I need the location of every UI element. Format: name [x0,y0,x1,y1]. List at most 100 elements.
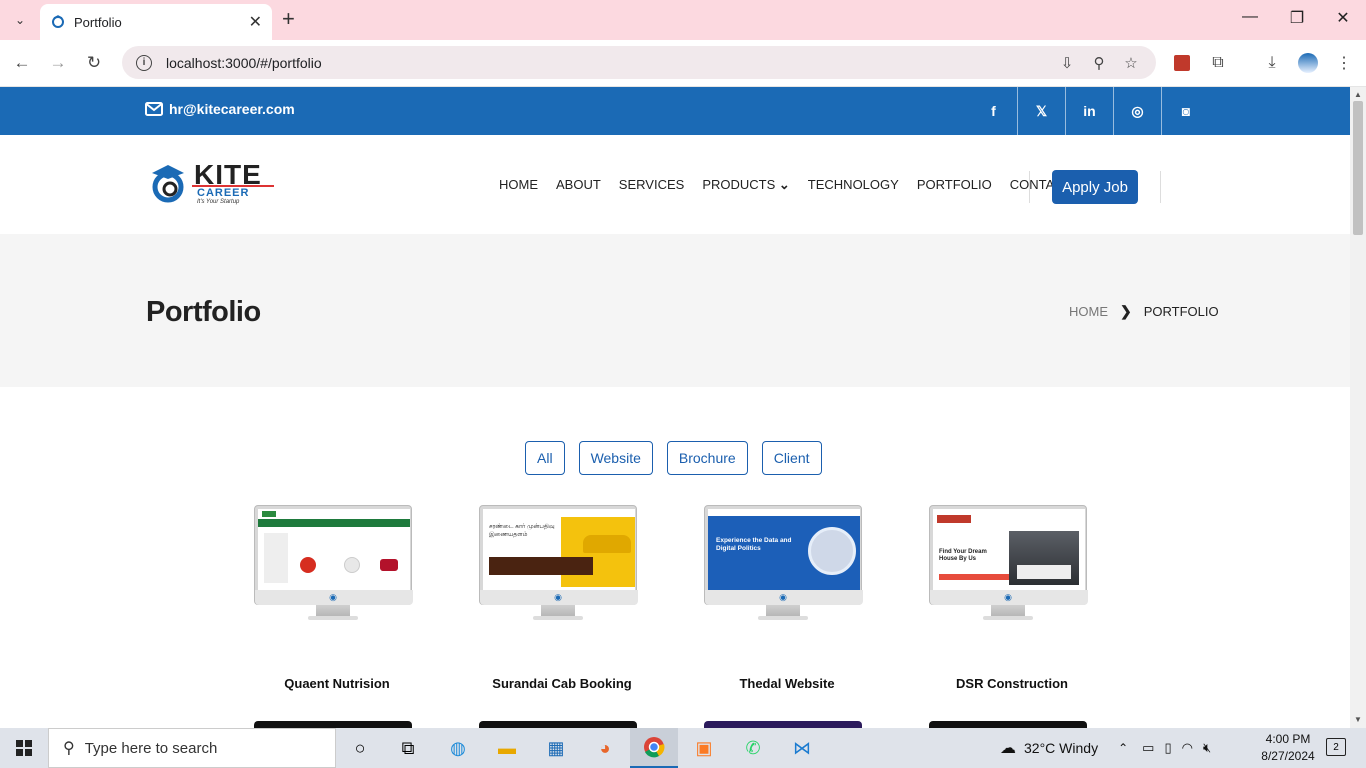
nav-portfolio[interactable]: PORTFOLIO [917,177,992,193]
chrome-icon[interactable] [630,728,678,768]
favicon-icon [50,14,66,30]
volume-muted-icon[interactable]: 🔇︎ [1203,740,1211,756]
filter-all-button[interactable]: All [525,441,565,475]
portfolio-card[interactable]: Find Your Dream House By Us ◉ [929,505,1089,627]
page-scrollbar[interactable]: ▲ ▼ [1350,87,1366,728]
portfolio-card-partial[interactable] [704,721,862,728]
monitor-mockup: Find Your Dream House By Us ◉ [929,505,1088,605]
bookmark-star-icon[interactable]: ☆ [1122,54,1140,72]
minimize-icon[interactable]: — [1238,8,1262,26]
portfolio-card-partial[interactable] [479,721,637,728]
firefox-icon[interactable]: ◕ [581,728,629,768]
apply-job-button[interactable]: Apply Job [1052,170,1138,204]
chevron-down-icon: ⌄ [778,177,790,192]
cortana-icon[interactable]: ○ [336,728,384,768]
windows-start-icon[interactable] [0,728,48,768]
portfolio-card[interactable]: ◉ [254,505,414,627]
project-title: Quaent Nutrision [284,676,390,691]
notification-center-icon[interactable]: 2 [1326,738,1346,756]
x-twitter-icon[interactable]: 𝕏 [1018,87,1066,135]
contact-topbar: hr@kitecareer.com f 𝕏 in ◎ ◙ [0,87,1350,135]
scrollbar-thumb[interactable] [1353,101,1363,235]
extensions-puzzle-icon[interactable]: ⧉ [1207,52,1229,74]
breadcrumb-current: PORTFOLIO [1143,304,1219,319]
reload-icon[interactable]: ↻ [83,52,105,74]
project-title: Surandai Cab Booking [492,676,632,691]
filter-brochure-button[interactable]: Brochure [666,441,748,475]
instagram-icon[interactable]: ◎ [1114,87,1162,135]
taskbar-search-box[interactable]: ⚲ Type here to search [48,728,336,768]
install-app-icon[interactable]: ⇩ [1058,54,1076,72]
portfolio-filters: All Website Brochure Client [525,441,836,475]
tab-close-icon[interactable]: ✕ [249,12,262,32]
extension-red-icon[interactable] [1171,52,1193,74]
nav-about[interactable]: ABOUT [556,177,601,193]
meet-now-icon[interactable]: ▭ [1142,740,1154,756]
monitor-mockup: Experience the Data and Digital Politics… [704,505,863,605]
windows-taskbar: ⚲ Type here to search ○ ⧉ ◍ ▬ ▦ ◕ ▣ ✆ ⋈ … [0,728,1366,768]
whatsapp-icon[interactable]: ✆ [729,728,777,768]
project-screenshot: Experience the Data and Digital Politics [708,509,860,590]
weather-text[interactable]: 32°C Windy [1024,740,1098,756]
wifi-icon[interactable]: ◠ [1182,740,1193,756]
mail-icon [145,102,163,116]
main-nav: HOME ABOUT SERVICES PRODUCTS ⌄ TECHNOLOG… [490,177,1081,193]
taskbar-search-placeholder: Type here to search [84,739,218,757]
profile-avatar-icon[interactable] [1297,52,1319,74]
weather-icon[interactable]: ☁ [1000,738,1016,758]
nav-technology[interactable]: TECHNOLOGY [808,177,899,193]
clock[interactable]: 4:00 PM 8/27/2024 [1258,731,1318,765]
task-view-icon[interactable]: ⧉ [384,728,432,768]
file-explorer-icon[interactable]: ▬ [483,728,531,768]
zoom-icon[interactable]: ⚲ [1090,54,1108,72]
threads-icon[interactable]: ◙ [1162,87,1210,135]
scroll-down-icon[interactable]: ▼ [1354,715,1362,724]
nav-divider [1029,171,1030,203]
portfolio-card-partial[interactable] [929,721,1087,728]
project-screen-text: சரண்டை கார் முன்பதிவு இணையதளம் [489,524,555,538]
close-window-icon[interactable]: ✕ [1331,8,1355,28]
chevron-right-icon: ❯ [1120,303,1132,319]
linkedin-icon[interactable]: in [1066,87,1114,135]
kite-career-logo[interactable]: KITE CAREER It's Your Startup [148,159,278,207]
site-info-icon[interactable]: i [136,54,152,71]
page-viewport: hr@kitecareer.com f 𝕏 in ◎ ◙ KITE CAREER… [0,87,1350,728]
vscode-icon[interactable]: ⋈ [778,728,826,768]
system-tray: ☁ 32°C Windy ⌃ ▭ ▯ ◠ 🔇︎ [1000,728,1211,768]
address-bar[interactable]: i localhost:3000/#/portfolio ⇩ ⚲ ☆ [122,46,1156,79]
new-tab-button[interactable]: + [282,8,295,30]
email-link[interactable]: hr@kitecareer.com [145,101,295,117]
downloads-icon[interactable]: ⤓ [1261,52,1283,74]
edge-icon[interactable]: ◍ [434,728,482,768]
restore-icon[interactable]: ❐ [1285,8,1309,28]
url-text: localhost:3000/#/portfolio [166,54,322,71]
browser-tab[interactable]: Portfolio ✕ [40,4,272,40]
xampp-icon[interactable]: ▣ [680,728,728,768]
project-screenshot [258,509,410,590]
portfolio-card-partial[interactable] [254,721,412,728]
chevron-up-icon[interactable]: ⌃ [1118,741,1128,755]
nav-services[interactable]: SERVICES [619,177,685,193]
nav-products[interactable]: PRODUCTS ⌄ [702,177,789,193]
project-title: Thedal Website [739,676,835,691]
tab-search-chevron-icon[interactable]: ⌄ [8,8,32,32]
nav-home[interactable]: HOME [499,177,538,193]
project-screenshot: சரண்டை கார் முன்பதிவு இணையதளம் [483,509,635,590]
facebook-icon[interactable]: f [970,87,1018,135]
microsoft-store-icon[interactable]: ▦ [532,728,580,768]
forward-arrow-icon[interactable]: → [47,52,69,74]
email-text: hr@kitecareer.com [169,101,295,117]
portfolio-card[interactable]: சரண்டை கார் முன்பதிவு இணையதளம் ◉ [479,505,639,627]
project-screen-text: Find Your Dream House By Us [939,549,987,562]
logo-mark-icon: ◉ [1004,592,1012,602]
filter-website-button[interactable]: Website [578,441,653,475]
filter-client-button[interactable]: Client [761,441,822,475]
portfolio-card[interactable]: Experience the Data and Digital Politics… [704,505,864,627]
chrome-menu-icon[interactable]: ⋮ [1333,52,1355,74]
scroll-up-icon[interactable]: ▲ [1354,90,1362,99]
battery-icon[interactable]: ▯ [1164,740,1171,756]
back-arrow-icon[interactable]: ← [11,52,33,74]
logo-mark-icon: ◉ [554,592,562,602]
notification-count: 2 [1333,741,1339,753]
breadcrumb-home[interactable]: HOME [1069,304,1108,319]
